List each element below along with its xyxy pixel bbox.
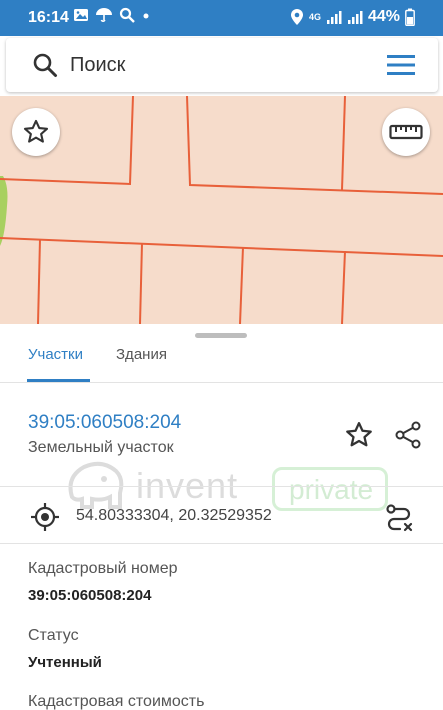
header-divider — [0, 486, 443, 487]
umbrella-icon — [96, 8, 112, 22]
locate-button[interactable] — [30, 502, 60, 537]
menu-button[interactable] — [386, 52, 416, 78]
dot-icon — [143, 13, 149, 19]
signal-icon — [326, 11, 342, 24]
map-view[interactable] — [0, 96, 443, 324]
field-value-cadastral-number: 39:05:060508:204 — [28, 587, 152, 604]
share-icon — [395, 421, 421, 449]
location-status-icon — [290, 9, 303, 25]
tabs-divider — [0, 382, 443, 383]
network-type: 4G — [308, 11, 321, 22]
field-label-cadastral-number: Кадастровый номер — [28, 560, 178, 577]
search-input[interactable] — [70, 52, 370, 78]
coordinates: 54.80333304, 20.32529352 — [76, 507, 272, 524]
parcel-type: Земельный участок — [28, 439, 174, 456]
crosshair-icon — [31, 503, 59, 531]
search-icon[interactable] — [32, 52, 58, 78]
route-icon — [386, 504, 413, 532]
star-outline-icon — [23, 119, 49, 143]
route-button[interactable] — [384, 502, 414, 537]
search-status-icon — [119, 7, 135, 23]
battery-icon — [405, 8, 415, 26]
ruler-icon — [389, 124, 423, 140]
tab-parcels[interactable]: Участки — [28, 346, 83, 363]
search-bar — [6, 38, 438, 92]
app-screen: 16:14 4G 44% Поиск Участки Здания 39:05:… — [0, 0, 443, 710]
star-outline-icon — [346, 422, 372, 447]
ruler-button[interactable] — [382, 108, 430, 156]
field-label-status: Статус — [28, 627, 79, 644]
parcel-number: 39:05:060508:204 — [28, 412, 182, 433]
status-time: 16:14 — [28, 9, 69, 26]
share-button[interactable] — [393, 420, 423, 450]
add-favorite-button[interactable] — [344, 420, 374, 450]
status-bar: 16:14 4G 44% — [0, 0, 443, 36]
coords-divider — [0, 543, 443, 544]
field-label-cadastral-value: Кадастровая стоимость — [28, 693, 205, 710]
map-parcels — [0, 96, 443, 324]
favorites-button[interactable] — [12, 108, 60, 156]
gallery-icon — [74, 9, 88, 21]
signal-icon-2 — [347, 11, 363, 24]
sheet-drag-handle[interactable] — [195, 333, 247, 338]
field-value-status: Учтенный — [28, 654, 102, 671]
tab-buildings[interactable]: Здания — [116, 346, 167, 363]
battery-percent: 44% — [367, 8, 400, 25]
hamburger-icon — [387, 55, 415, 75]
